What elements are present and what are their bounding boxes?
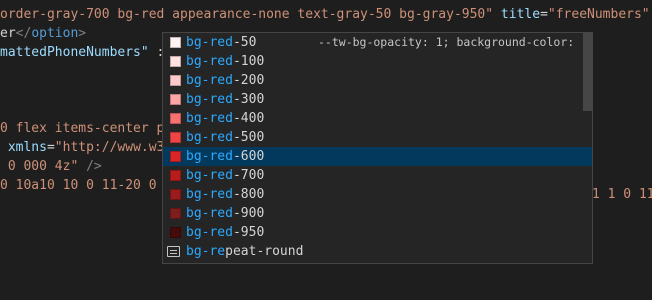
suggestion-label: bg-red-50 xyxy=(186,33,256,52)
color-swatch-icon xyxy=(170,94,181,105)
suggestion-rest-text: -800 xyxy=(232,187,265,202)
code-token: title xyxy=(500,7,541,22)
code-line: 0 flex items-center p xyxy=(0,119,164,138)
color-swatch-icon xyxy=(170,37,181,48)
suggestion-label: bg-red-700 xyxy=(186,166,264,185)
suggestion-rest-text: peat-round xyxy=(225,244,304,259)
code-token: = xyxy=(540,7,548,22)
suggestion-label: bg-red-400 xyxy=(186,109,264,128)
suggestion-rest-text: -200 xyxy=(232,73,265,88)
code-token: 0 000 4z" xyxy=(0,159,79,174)
suggestion-rest-text: -50 xyxy=(232,35,257,50)
suggestion-rest-text: -700 xyxy=(232,168,265,183)
suggestion-rest-text: -100 xyxy=(232,54,265,69)
suggestion-match-text: bg-red xyxy=(186,130,233,145)
suggestion-label: bg-red-300 xyxy=(186,90,264,109)
autocomplete-suggestion-list[interactable]: bg-red-50 --tw-bg-opacity: 1; background-… xyxy=(162,32,593,264)
suggestion-rest-text: -900 xyxy=(232,206,265,221)
code-token: /> xyxy=(86,159,102,174)
code-token: xmlns xyxy=(7,140,47,155)
code-token: > xyxy=(78,26,87,41)
color-swatch-icon xyxy=(170,56,181,67)
code-token: 0 flex items-center p xyxy=(0,121,165,136)
suggestion-label: bg-red-800 xyxy=(186,185,264,204)
suggestion-match-text: bg-red xyxy=(186,92,233,107)
suggestion-item[interactable]: bg-red-200 xyxy=(163,71,592,90)
suggestion-item[interactable]: bg-red-950 xyxy=(163,223,592,242)
suggestion-match-text: bg-red xyxy=(186,149,233,164)
color-swatch-icon xyxy=(170,151,181,162)
code-token: option xyxy=(31,26,79,41)
suggestion-detail: --tw-bg-opacity: 1; background-color: r… xyxy=(318,35,578,49)
suggestion-item[interactable]: bg-red-800 xyxy=(163,185,592,204)
color-swatch-icon xyxy=(170,170,181,181)
suggestion-match-text: bg-red xyxy=(186,168,233,183)
suggestion-match-text: bg-red xyxy=(186,35,233,50)
suggestion-label: bg-red-600 xyxy=(186,147,264,166)
color-swatch-icon xyxy=(170,189,181,200)
code-token: "http://www.w3 xyxy=(54,140,165,155)
suggestion-match-text: bg-red xyxy=(186,187,233,202)
suggestion-match-text: bg-red xyxy=(186,206,233,221)
code-token: mattedPhoneNumbers" xyxy=(0,45,149,60)
code-token: order-gray-700 bg-red appearance-none te… xyxy=(0,7,494,22)
suggestion-match-text: bg-red xyxy=(186,54,233,69)
suggestion-match-text: bg-red xyxy=(186,111,233,126)
code-fragment-right: 1 1 0 11 xyxy=(592,187,652,202)
suggestion-label: bg-red-500 xyxy=(186,128,264,147)
suggestion-label: bg-red-950 xyxy=(186,223,264,242)
suggestion-rest-text: -500 xyxy=(232,130,265,145)
color-swatch-icon xyxy=(170,132,181,143)
color-swatch-icon xyxy=(170,208,181,219)
suggestion-item[interactable]: bg-red-600 xyxy=(163,147,592,166)
suggestion-rest-text: -600 xyxy=(232,149,265,164)
suggestion-label: bg-red-900 xyxy=(186,204,264,223)
suggestion-item[interactable]: bg-red-300 xyxy=(163,90,592,109)
suggestion-match-text: bg-red xyxy=(186,225,233,240)
code-line: er</option> xyxy=(0,24,86,43)
suggestion-item[interactable]: bg-repeat-round xyxy=(163,242,592,261)
color-swatch-icon xyxy=(170,113,181,124)
color-swatch-icon xyxy=(170,75,181,86)
code-line: order-gray-700 bg-red appearance-none te… xyxy=(0,5,652,24)
code-line: 0 000 4z" /> xyxy=(0,157,102,176)
suggestion-item[interactable]: bg-red-500 xyxy=(163,128,592,147)
suggestion-label: bg-repeat-round xyxy=(186,242,303,261)
code-token: er xyxy=(0,26,16,41)
suggestion-label: bg-red-100 xyxy=(186,52,264,71)
code-token: 0 10a10 10 0 11-20 0 xyxy=(0,178,157,193)
suggestion-rest-text: -400 xyxy=(232,111,265,126)
suggestion-match-text: bg-red xyxy=(186,73,233,88)
code-token: </ xyxy=(15,26,32,41)
suggestion-item[interactable]: bg-red-100 xyxy=(163,52,592,71)
color-swatch-icon xyxy=(170,227,181,238)
suggestion-item[interactable]: bg-red-50 --tw-bg-opacity: 1; background-… xyxy=(163,33,592,52)
suggestion-rest-text: -950 xyxy=(232,225,265,240)
code-line: mattedPhoneNumbers" : xyxy=(0,43,164,62)
suggestion-item[interactable]: bg-red-400 xyxy=(163,109,592,128)
suggestion-match-text: bg-re xyxy=(186,244,226,259)
keyword-icon xyxy=(167,246,180,257)
code-line: 0 10a10 10 0 11-20 0 xyxy=(0,176,157,195)
code-token: "freeNumbers" xyxy=(547,7,650,22)
suggestion-rest-text: -300 xyxy=(232,92,265,107)
suggestion-scrollbar[interactable] xyxy=(583,33,592,111)
code-line: xmlns="http://www.w3 xyxy=(0,138,165,157)
suggestion-label: bg-red-200 xyxy=(186,71,264,90)
suggestion-item[interactable]: bg-red-900 xyxy=(163,204,592,223)
suggestion-item[interactable]: bg-red-700 xyxy=(163,166,592,185)
code-token: = xyxy=(46,140,55,155)
